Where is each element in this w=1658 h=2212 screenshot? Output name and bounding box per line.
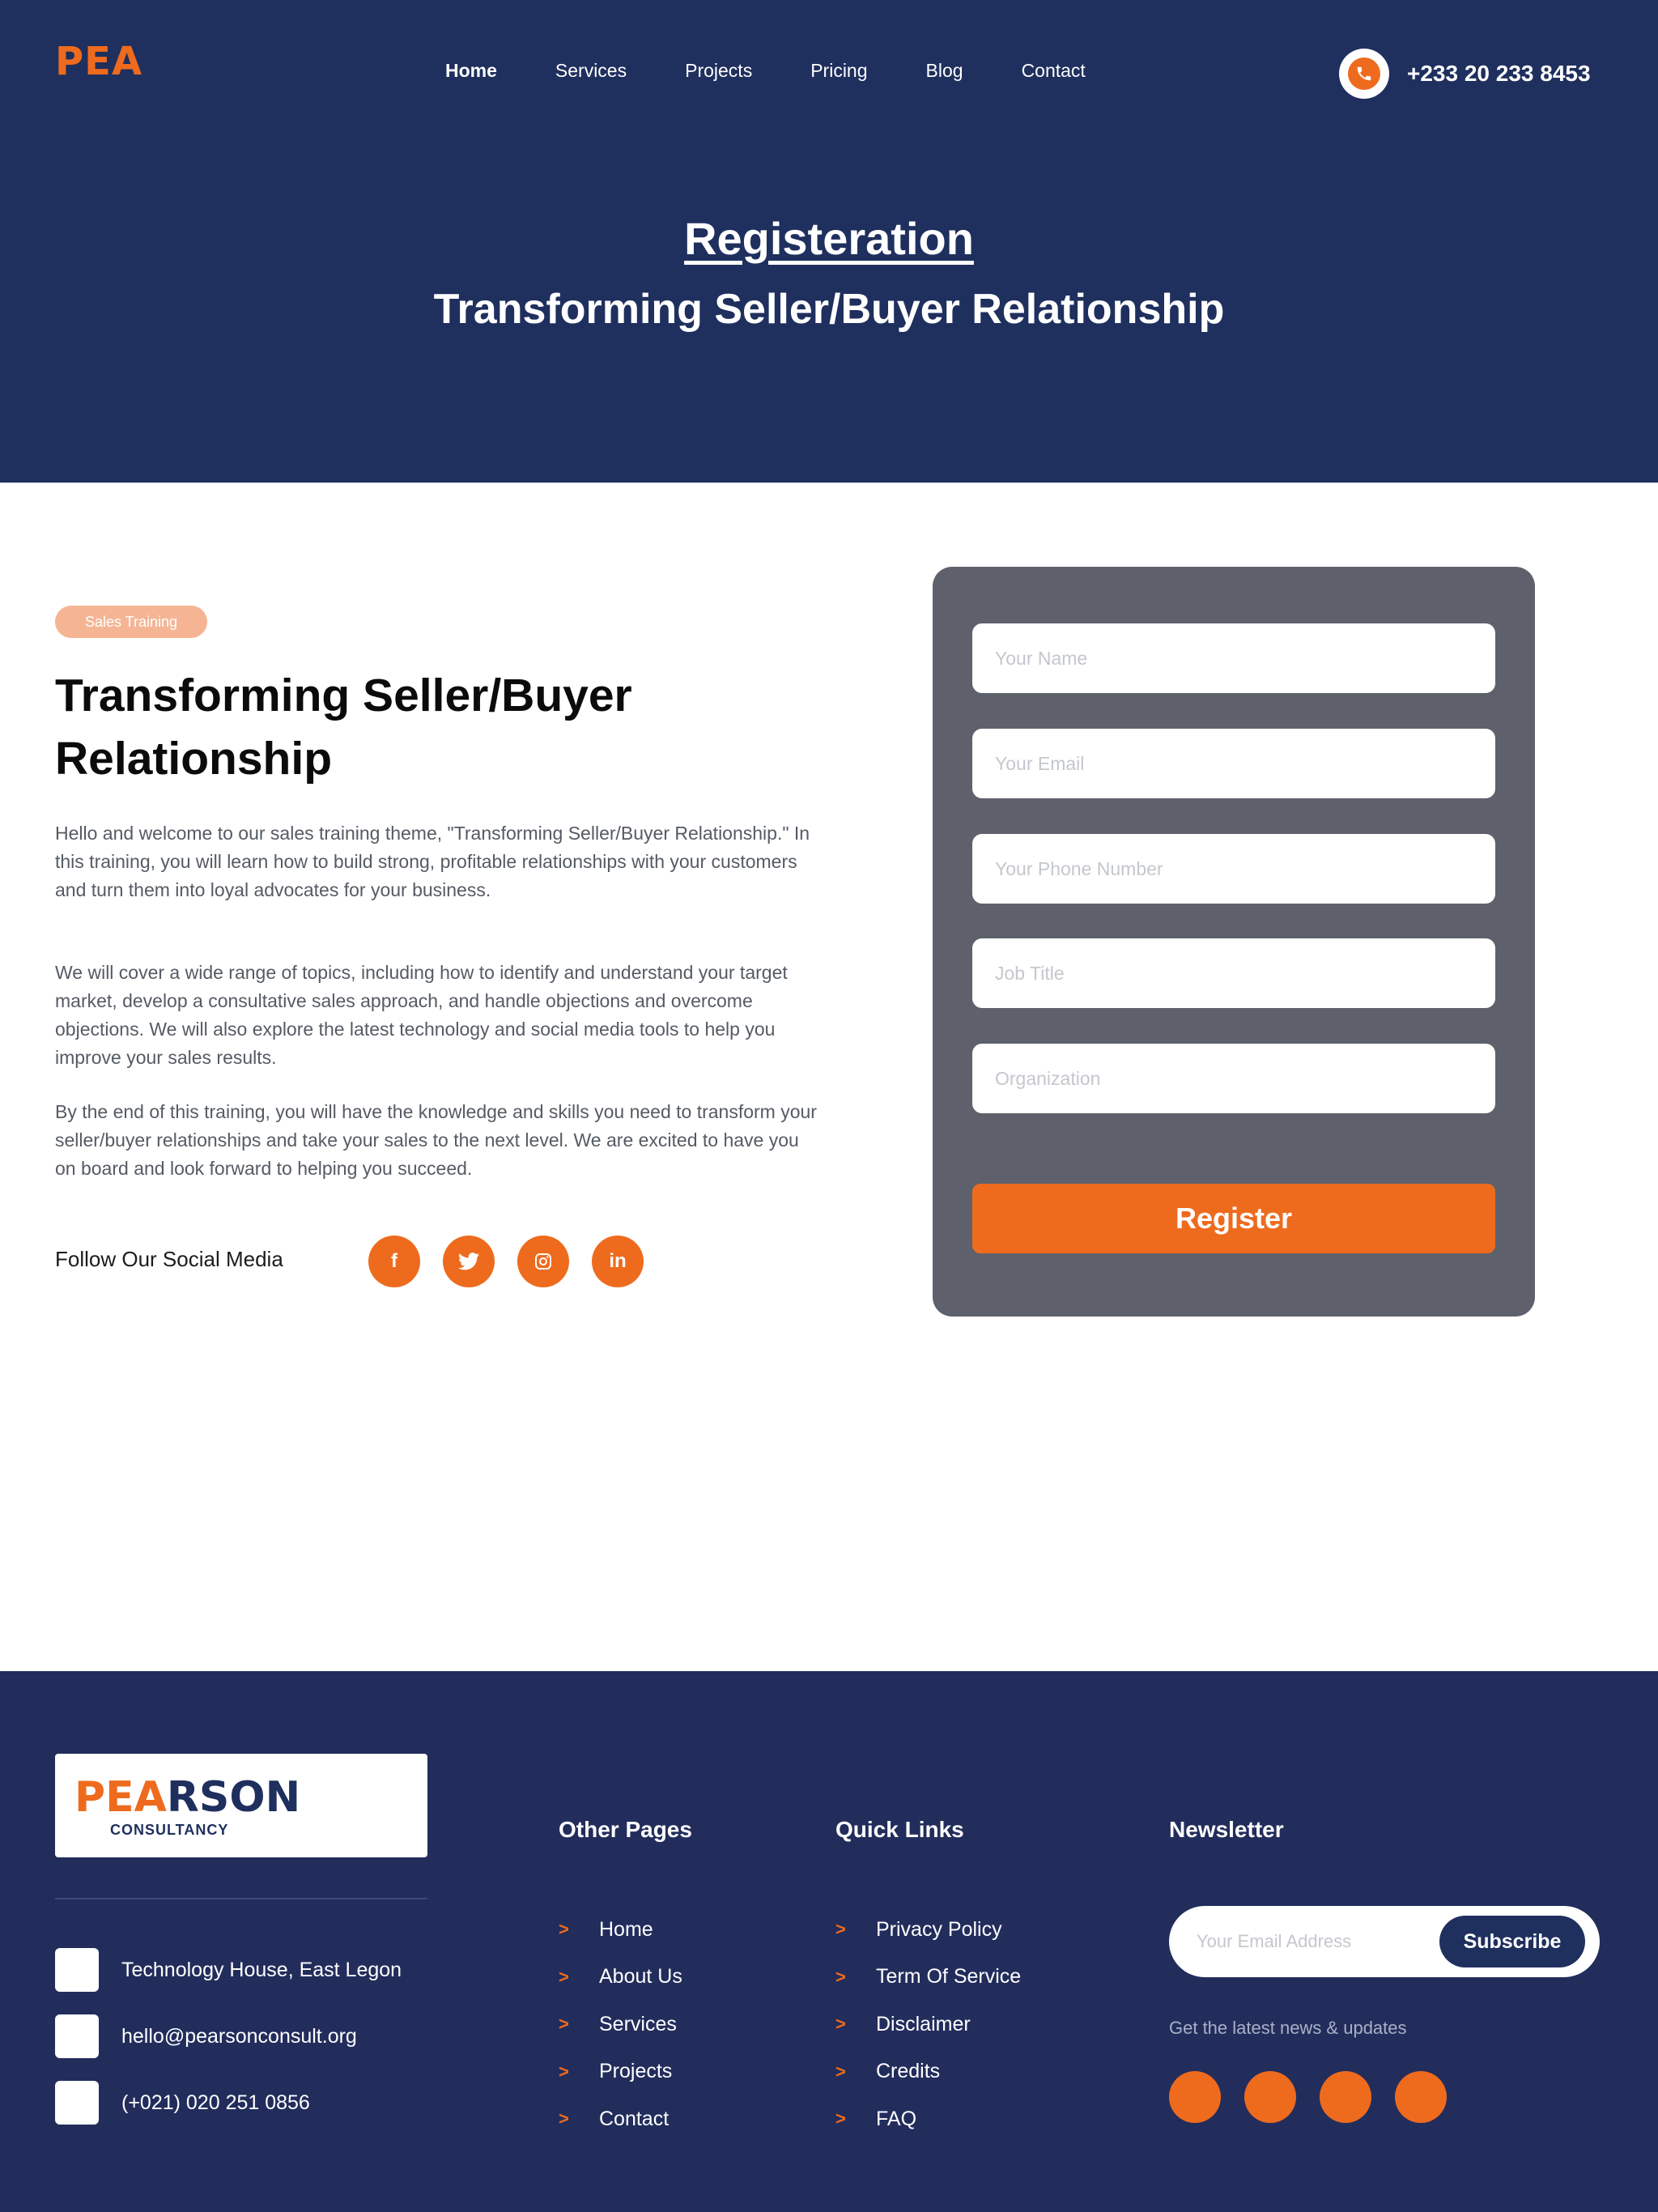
site-logo[interactable]: PEA xyxy=(55,39,142,84)
nav-pricing[interactable]: Pricing xyxy=(810,60,867,82)
footer-phone[interactable]: (+021) 020 251 0856 xyxy=(55,2081,310,2125)
footer-link-faq[interactable]: > FAQ xyxy=(835,2095,1021,2143)
chevron-right-icon: > xyxy=(835,1919,846,1940)
footer-social-links xyxy=(1169,2071,1447,2123)
email-input[interactable] xyxy=(972,729,1495,798)
footer-social-icon[interactable] xyxy=(1169,2071,1221,2123)
chevron-right-icon: > xyxy=(559,2014,569,2035)
nav-contact[interactable]: Contact xyxy=(1022,60,1086,82)
address-text: Technology House, East Legon xyxy=(121,1958,402,1981)
hero-section: PEA Home Services Projects Pricing Blog … xyxy=(0,0,1658,483)
footer-link-terms[interactable]: > Term Of Service xyxy=(835,1954,1021,2001)
newsletter-heading: Newsletter xyxy=(1169,1817,1284,1842)
mail-icon xyxy=(55,2014,99,2058)
footer-link-privacy[interactable]: > Privacy Policy xyxy=(835,1906,1021,1954)
chevron-right-icon: > xyxy=(559,1919,569,1940)
footer-logo[interactable]: PEARSON CONSULTANCY xyxy=(55,1754,427,1857)
nav-projects[interactable]: Projects xyxy=(685,60,752,82)
training-title: Transforming Seller/Buyer Relationship xyxy=(55,670,632,785)
organization-input[interactable] xyxy=(972,1044,1495,1113)
quick-links-list: > Privacy Policy > Term Of Service > Discla… xyxy=(835,1906,1021,2143)
phone-number: +233 20 233 8453 xyxy=(1407,61,1591,86)
register-button[interactable]: Register xyxy=(972,1184,1495,1253)
linkedin-icon[interactable]: in xyxy=(592,1236,644,1287)
footer-divider xyxy=(55,1898,427,1899)
nav-services[interactable]: Services xyxy=(555,60,627,82)
job-title-input[interactable] xyxy=(972,938,1495,1008)
quick-links-heading: Quick Links xyxy=(835,1817,964,1842)
social-links: f in xyxy=(368,1236,644,1287)
phone-box-icon xyxy=(55,2081,99,2125)
footer-social-icon[interactable] xyxy=(1244,2071,1296,2123)
footer-address: Technology House, East Legon xyxy=(55,1948,402,1992)
facebook-icon[interactable]: f xyxy=(368,1236,420,1287)
intro-paragraph: Hello and welcome to our sales training … xyxy=(55,823,810,900)
header-phone[interactable]: +233 20 233 8453 xyxy=(1339,49,1591,99)
topics-paragraph: We will cover a wide range of topics, in… xyxy=(55,962,788,1068)
twitter-icon[interactable] xyxy=(443,1236,495,1287)
footer-logo-wordmark: PEARSON xyxy=(74,1773,301,1822)
instagram-icon[interactable] xyxy=(517,1236,569,1287)
chevron-right-icon: > xyxy=(835,1966,846,1987)
registration-form: Register xyxy=(933,567,1535,1317)
footer-link-home[interactable]: > Home xyxy=(559,1906,682,1954)
page-title: Registeration xyxy=(684,213,974,264)
chevron-right-icon: > xyxy=(835,2061,846,2082)
footer-link-projects[interactable]: > Projects xyxy=(559,2048,682,2096)
footer-social-icon[interactable] xyxy=(1395,2071,1447,2123)
nav-blog[interactable]: Blog xyxy=(926,60,963,82)
phone-text[interactable]: (+021) 020 251 0856 xyxy=(121,2091,310,2115)
nav-home[interactable]: Home xyxy=(445,60,497,82)
footer-link-contact[interactable]: > Contact xyxy=(559,2095,682,2143)
other-pages-list: > Home > About Us > Services > Projects > Con… xyxy=(559,1906,682,2143)
chevron-right-icon: > xyxy=(559,2061,569,2082)
follow-label: Follow Our Social Media xyxy=(55,1247,283,1271)
subscribe-button[interactable]: Subscribe xyxy=(1439,1916,1585,1967)
email-text[interactable]: hello@pearsonconsult.org xyxy=(121,2025,357,2048)
other-pages-heading: Other Pages xyxy=(559,1817,692,1842)
newsletter-form: Subscribe xyxy=(1169,1906,1600,1977)
chevron-right-icon: > xyxy=(835,2014,846,2035)
phone-input[interactable] xyxy=(972,834,1495,904)
site-footer: PEARSON CONSULTANCY Technology House, Ea… xyxy=(0,1671,1658,2212)
footer-email[interactable]: hello@pearsonconsult.org xyxy=(55,2014,357,2058)
page-subtitle: Transforming Seller/Buyer Relationship xyxy=(433,286,1225,333)
name-input[interactable] xyxy=(972,623,1495,693)
footer-link-services[interactable]: > Services xyxy=(559,2001,682,2048)
chevron-right-icon: > xyxy=(559,1966,569,1987)
category-badge: Sales Training xyxy=(55,606,207,638)
footer-link-credits[interactable]: > Credits xyxy=(835,2048,1021,2096)
chevron-right-icon: > xyxy=(559,2108,569,2129)
newsletter-email-input[interactable] xyxy=(1197,1919,1423,1964)
footer-link-disclaimer[interactable]: > Disclaimer xyxy=(835,2001,1021,2048)
footer-link-about[interactable]: > About Us xyxy=(559,1954,682,2001)
logo-text: PEA xyxy=(55,39,143,84)
chevron-right-icon: > xyxy=(835,2108,846,2129)
footer-logo-subtitle: CONSULTANCY xyxy=(110,1822,229,1838)
newsletter-caption: Get the latest news & updates xyxy=(1169,2018,1407,2038)
phone-icon xyxy=(1339,49,1389,99)
footer-social-icon[interactable] xyxy=(1320,2071,1371,2123)
closing-paragraph: By the end of this training, you will ha… xyxy=(55,1101,817,1179)
location-icon xyxy=(55,1948,99,1992)
main-nav: Home Services Projects Pricing Blog Cont… xyxy=(445,60,1144,82)
